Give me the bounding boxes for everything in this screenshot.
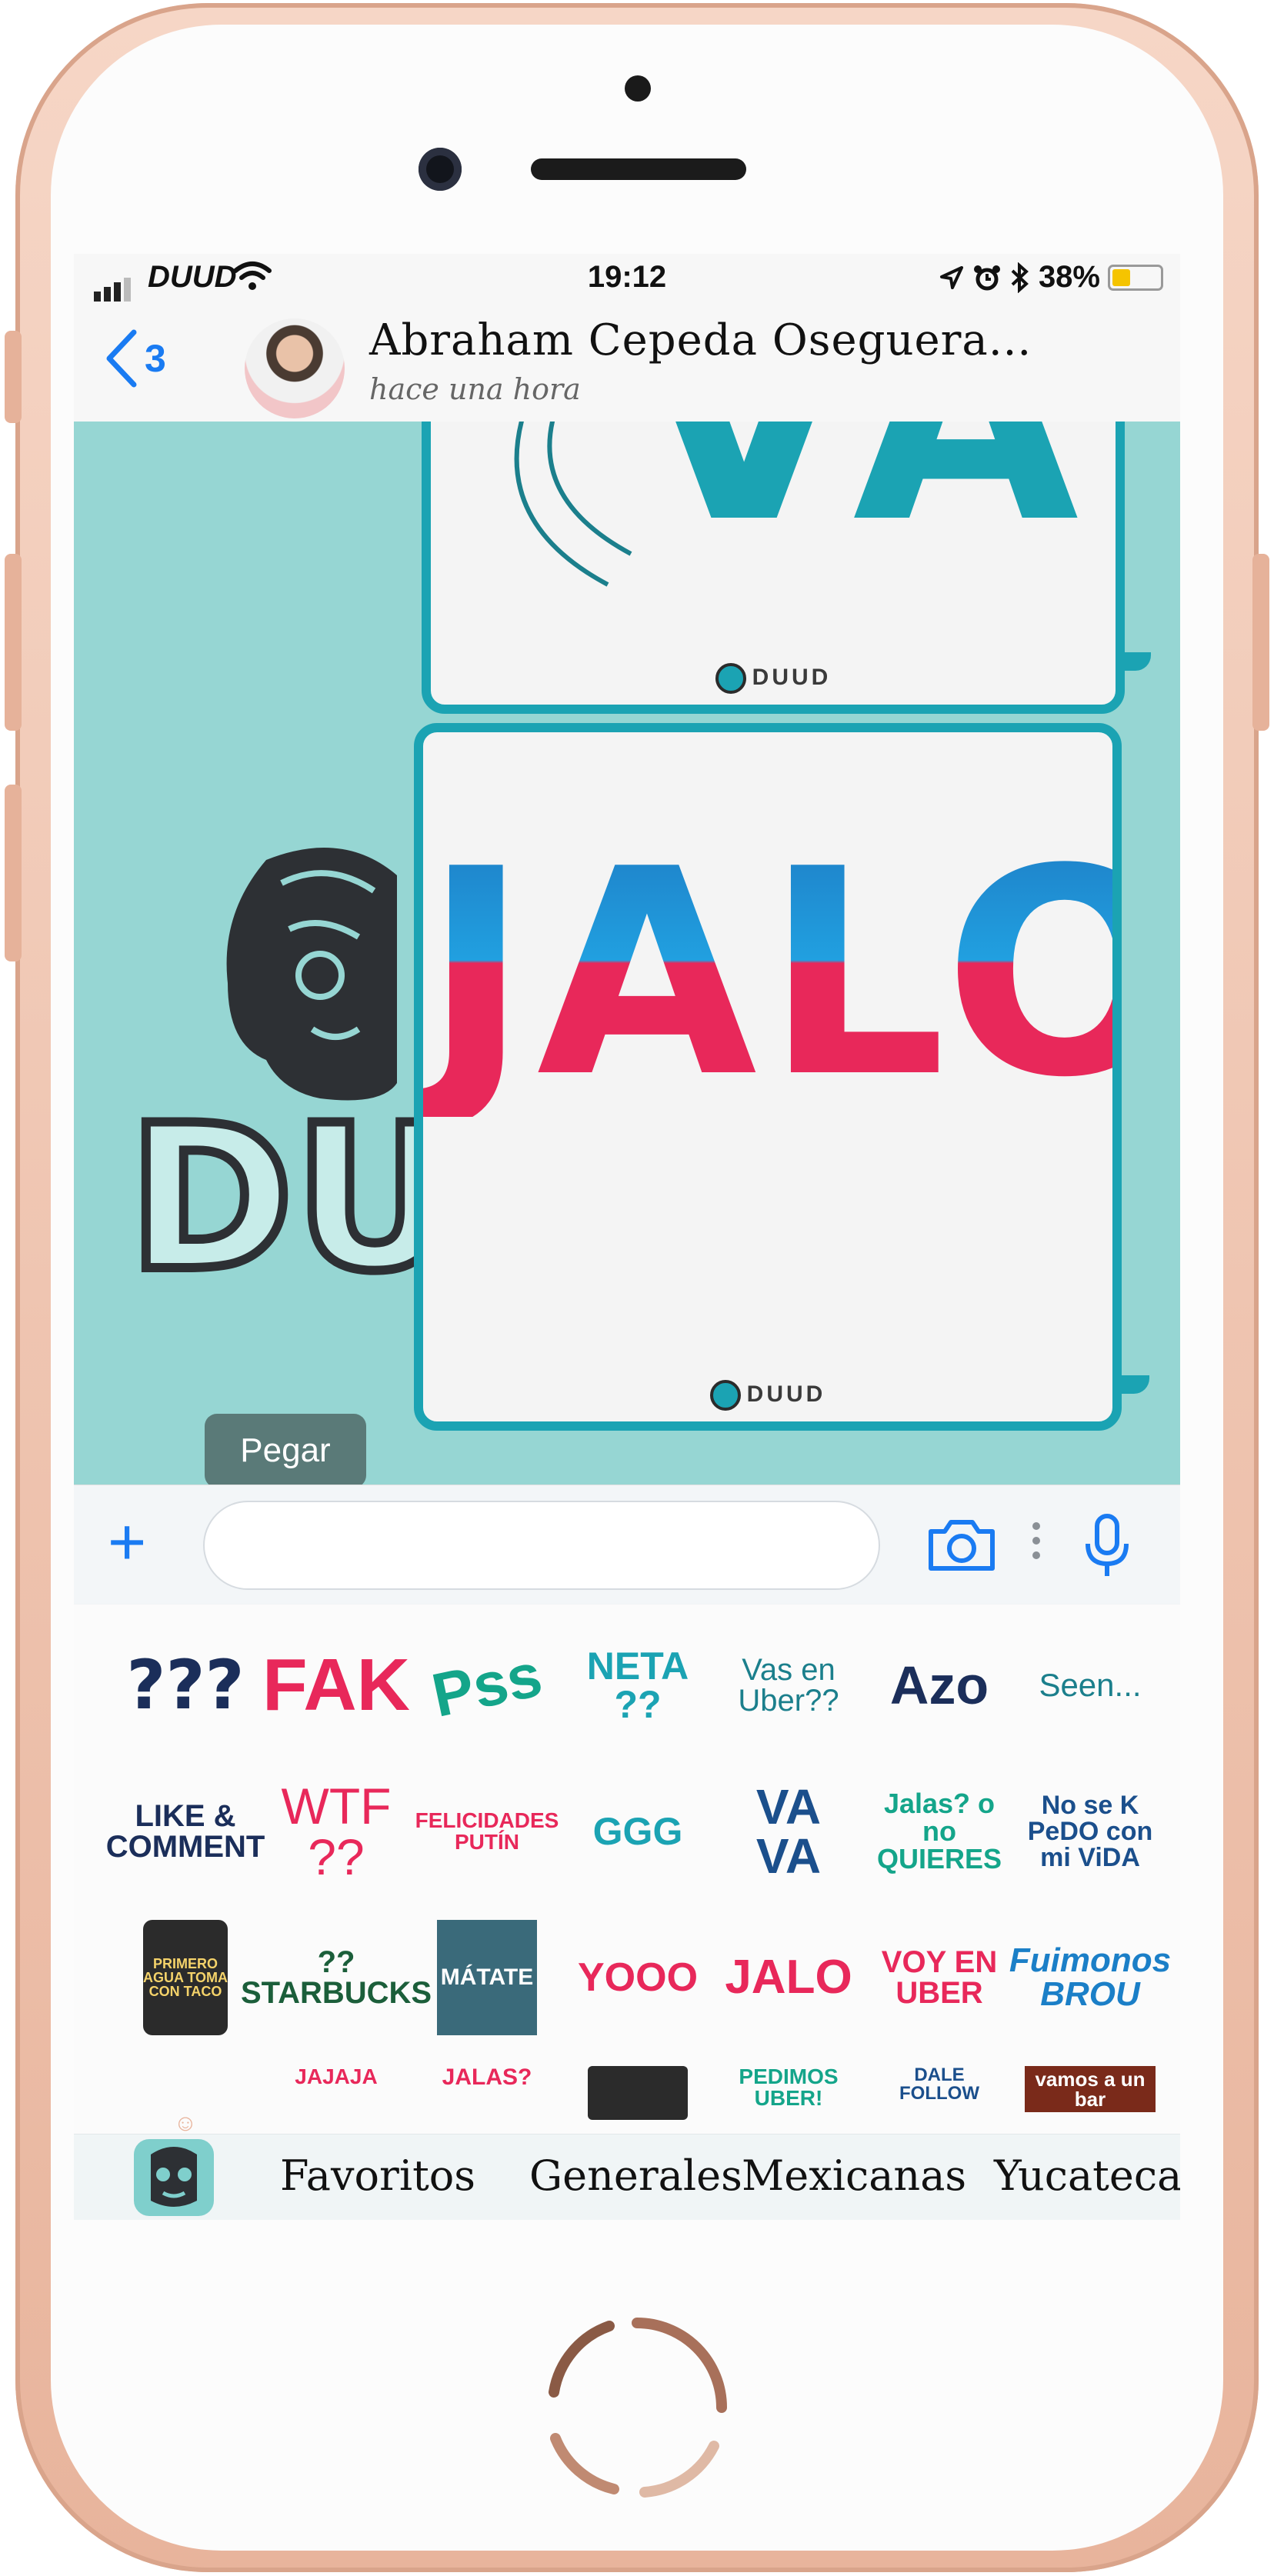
bubble-tail — [1119, 1375, 1149, 1394]
message-input[interactable] — [203, 1501, 880, 1590]
contact-last-seen: hace una hora — [369, 372, 581, 406]
proximity-sensor — [625, 75, 651, 102]
sticker-text-va: VA — [631, 422, 1094, 587]
location-icon — [939, 265, 963, 289]
sticker-item[interactable]: MÁTATE — [437, 1920, 537, 2035]
home-button[interactable] — [529, 2300, 745, 2515]
sticker-item[interactable]: Vas en Uber?? — [723, 1628, 854, 1743]
battery-level — [1112, 268, 1130, 286]
sticker-keyboard: ??? FAK Pss NETA ?? Vas en Uber?? Azo Se… — [74, 1605, 1180, 2134]
sticker-category-bar: Favoritos Generales Mexicanas Yucatecas — [74, 2134, 1180, 2220]
bluetooth-icon — [1011, 262, 1029, 293]
sticker-item[interactable]: FAK — [262, 1628, 410, 1743]
sticker-text-jalo: JALO — [423, 809, 1180, 1140]
microphone-icon[interactable] — [1082, 1513, 1132, 1579]
duud-logo-tab[interactable] — [134, 2139, 214, 2216]
sticker-item[interactable]: ?? STARBUCKS — [241, 1920, 432, 2035]
battery-icon — [1108, 264, 1163, 291]
tab-favoritos[interactable]: Favoritos — [280, 2151, 475, 2200]
front-camera — [419, 148, 462, 191]
sticker-item[interactable]: JALO — [723, 1920, 854, 2035]
sticker-item[interactable]: Fuimonos BROU — [1009, 1920, 1171, 2035]
sticker-item[interactable]: VOY EN UBER — [874, 1920, 1005, 2035]
sticker-item[interactable]: Jalas? o no QUIERES — [874, 1774, 1005, 1889]
sticker-item[interactable]: LIKE & COMMENT — [106, 1774, 265, 1889]
sticker-brand: DUUD — [423, 1380, 1112, 1411]
sticker-item[interactable]: GGG — [572, 1774, 703, 1889]
sticker-item[interactable]: PEDIMOS UBER! — [723, 2066, 854, 2134]
sticker-item[interactable]: ??? — [120, 1628, 251, 1743]
swoosh-decoration — [514, 422, 632, 587]
earpiece-speaker — [531, 158, 746, 180]
sticker-item[interactable]: PRIMERO AGUA TOMA CON TACO — [143, 1920, 228, 2035]
volume-down-button — [5, 785, 22, 961]
unread-count: 3 — [145, 337, 166, 380]
chevron-left-icon — [106, 329, 137, 388]
status-bar: DUUD 19:12 38% — [74, 254, 1180, 302]
sticker-item[interactable]: YOOO — [572, 1920, 703, 2035]
volume-up-button — [5, 554, 22, 731]
silent-switch — [5, 331, 22, 423]
duud-face-icon — [151, 2147, 197, 2207]
sticker-item[interactable]: DALE FOLLOW — [874, 2066, 1005, 2134]
sticker-item[interactable]: Pss — [411, 1615, 562, 1755]
more-options-icon[interactable] — [1032, 1522, 1040, 1566]
status-icons: 38% — [939, 260, 1163, 295]
sticker-item[interactable]: JAJAJA — [271, 2066, 402, 2134]
sticker-message-va[interactable]: VA DUUD — [422, 422, 1125, 714]
sticker-item[interactable]: WTF ?? — [271, 1774, 402, 1889]
tab-yucatecas[interactable]: Yucatecas — [994, 2151, 1180, 2200]
bubble-tail — [1120, 652, 1151, 671]
tab-generales[interactable]: Generales — [529, 2151, 742, 2200]
sticker-brand: DUUD — [431, 663, 1116, 694]
tab-mexicanas[interactable]: Mexicanas — [742, 2151, 966, 2200]
contact-avatar[interactable] — [245, 318, 345, 418]
sticker-item[interactable]: JALAS? — [422, 2066, 552, 2134]
sticker-item[interactable]: vamos a un bar — [1025, 2066, 1156, 2134]
sticker-item[interactable] — [572, 2066, 703, 2134]
paste-button[interactable]: Pegar — [205, 1414, 366, 1488]
sticker-item[interactable]: NETA ?? — [572, 1628, 703, 1743]
sticker-item[interactable]: VA VA — [723, 1774, 854, 1889]
alarm-icon — [973, 265, 1000, 290]
contact-name[interactable]: Abraham Cepeda Oseguera... — [369, 315, 1032, 365]
back-button[interactable]: 3 — [105, 329, 166, 388]
screen: DUUD 19:12 38% 3 Abraham Cepeda Oseguera… — [74, 254, 1180, 2220]
message-input-bar: + — [74, 1485, 1180, 1604]
power-button — [1252, 554, 1269, 731]
sticker-item[interactable]: Seen... — [1025, 1628, 1156, 1743]
chat-header: 3 Abraham Cepeda Oseguera... hace una ho… — [74, 302, 1180, 422]
chat-area[interactable]: DUUD VA DUUD JALO DUUD — [74, 422, 1180, 1485]
sticker-item[interactable]: No se K PeDO con mi ViDA — [1025, 1774, 1156, 1889]
battery-percent: 38% — [1038, 260, 1100, 294]
sticker-item[interactable]: FELICIDADES PUTÍN — [415, 1774, 559, 1889]
sticker-item[interactable]: ☺ — [120, 2066, 251, 2134]
sticker-message-jalo[interactable]: JALO DUUD — [414, 723, 1180, 1431]
sticker-item[interactable]: Azo — [874, 1628, 1005, 1743]
camera-icon[interactable] — [926, 1518, 997, 1573]
add-button[interactable]: + — [108, 1509, 146, 1575]
